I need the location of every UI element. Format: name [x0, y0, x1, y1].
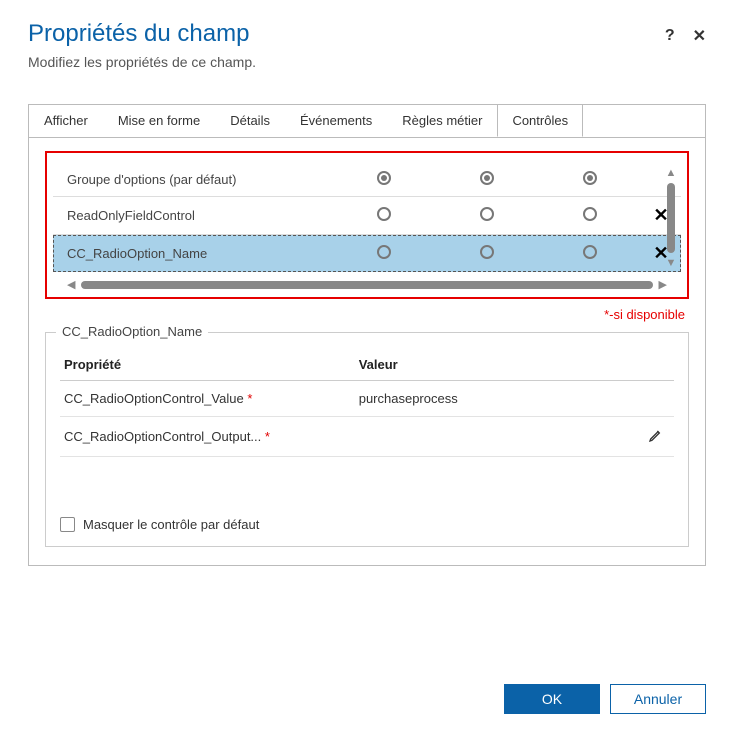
dialog-footer: OK Annuler — [504, 684, 706, 714]
tab-controles[interactable]: Contrôles — [497, 104, 583, 137]
property-value — [355, 417, 644, 457]
control-properties-fieldset: CC_RadioOption_Name Propriété Valeur CC_… — [45, 332, 689, 547]
hide-default-checkbox[interactable] — [60, 517, 75, 532]
radio-phone[interactable] — [480, 207, 494, 221]
property-row[interactable]: CC_RadioOptionControl_Output... * — [60, 417, 674, 457]
property-name: CC_RadioOptionControl_Value — [64, 391, 244, 406]
tab-afficher[interactable]: Afficher — [29, 104, 103, 137]
controls-grid-highlight: Groupe d'options (par défaut) ReadOnlyFi… — [45, 151, 689, 299]
control-label: Groupe d'options (par défaut) — [53, 163, 333, 197]
hide-default-label: Masquer le contrôle par défaut — [83, 517, 259, 532]
availability-note: *-si disponible — [45, 307, 685, 322]
control-row-default[interactable]: Groupe d'options (par défaut) — [53, 163, 681, 197]
column-property: Propriété — [60, 349, 355, 381]
control-row-cc-radio[interactable]: CC_RadioOption_Name ✕ — [53, 235, 681, 273]
control-label: ReadOnlyFieldControl — [53, 197, 333, 235]
scroll-thumb[interactable] — [667, 183, 675, 253]
tab-evenements[interactable]: Événements — [285, 104, 387, 137]
property-value: purchaseprocess — [355, 381, 644, 417]
radio-web[interactable] — [377, 207, 391, 221]
control-row-readonly[interactable]: ReadOnlyFieldControl ✕ — [53, 197, 681, 235]
column-value: Valeur — [355, 349, 644, 381]
dialog-subtitle: Modifiez les propriétés de ce champ. — [28, 54, 256, 70]
required-marker: * — [265, 429, 270, 444]
radio-tablet[interactable] — [583, 245, 597, 259]
ok-button[interactable]: OK — [504, 684, 600, 714]
radio-tablet[interactable] — [583, 171, 597, 185]
tab-details[interactable]: Détails — [215, 104, 285, 137]
cancel-button[interactable]: Annuler — [610, 684, 706, 714]
tab-regles-metier[interactable]: Règles métier — [387, 104, 497, 137]
control-label: CC_RadioOption_Name — [53, 235, 333, 273]
scroll-thumb[interactable] — [81, 281, 652, 289]
fieldset-legend: CC_RadioOption_Name — [56, 324, 208, 339]
tab-panel: Afficher Mise en forme Détails Événement… — [28, 104, 706, 566]
required-marker: * — [247, 391, 252, 406]
controls-table: Groupe d'options (par défaut) ReadOnlyFi… — [53, 163, 681, 272]
edit-icon[interactable] — [648, 427, 664, 443]
property-name: CC_RadioOptionControl_Output... — [64, 429, 261, 444]
scroll-down-icon[interactable]: ▼ — [666, 257, 677, 269]
properties-table: Propriété Valeur CC_RadioOptionControl_V… — [60, 349, 674, 457]
radio-phone[interactable] — [480, 245, 494, 259]
tab-mise-en-forme[interactable]: Mise en forme — [103, 104, 215, 137]
radio-tablet[interactable] — [583, 207, 597, 221]
scroll-right-icon[interactable]: ▶ — [659, 278, 667, 291]
dialog-title: Propriétés du champ — [28, 20, 256, 48]
help-icon[interactable]: ? — [665, 27, 675, 45]
scroll-left-icon[interactable]: ◀ — [67, 278, 75, 291]
radio-web[interactable] — [377, 171, 391, 185]
tab-bar: Afficher Mise en forme Détails Événement… — [29, 104, 705, 138]
radio-web[interactable] — [377, 245, 391, 259]
vertical-scrollbar[interactable]: ▲ ▼ — [665, 167, 677, 269]
property-row[interactable]: CC_RadioOptionControl_Value * purchasepr… — [60, 381, 674, 417]
radio-phone[interactable] — [480, 171, 494, 185]
scroll-up-icon[interactable]: ▲ — [666, 167, 677, 179]
horizontal-scrollbar[interactable]: ◀ ▶ — [53, 278, 681, 291]
close-icon[interactable]: ✕ — [693, 26, 706, 46]
